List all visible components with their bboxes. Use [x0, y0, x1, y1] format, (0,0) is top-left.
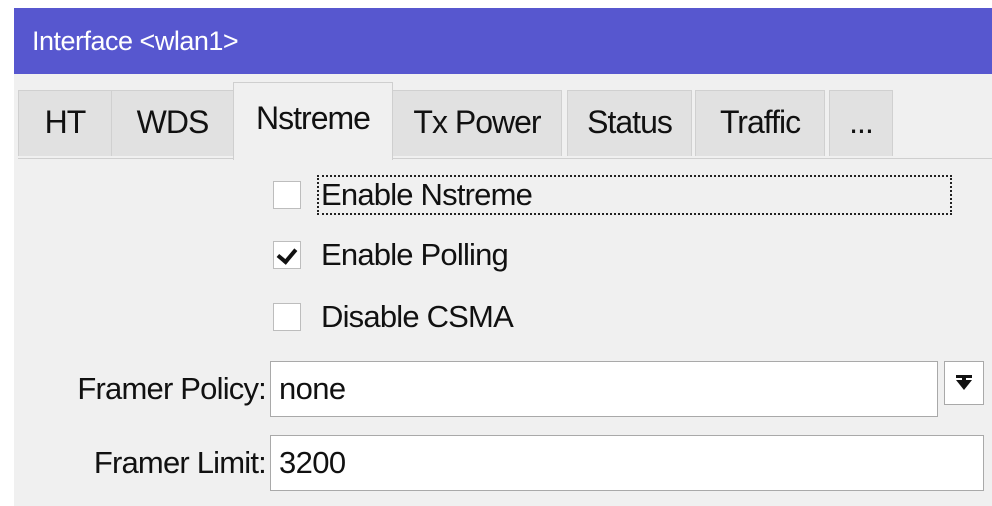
disable-csma-checkbox[interactable]	[273, 303, 301, 331]
tab-wds[interactable]: WDS	[111, 90, 234, 156]
tab-more[interactable]: ...	[829, 90, 893, 156]
nstreme-panel: Enable Nstreme Enable Polling Disable CS…	[18, 158, 992, 506]
framer-policy-label: Framer Policy:	[77, 371, 266, 406]
tab-tx-power[interactable]: Tx Power	[392, 90, 562, 156]
framer-limit-label: Framer Limit:	[93, 445, 267, 480]
tab-strip: HT WDS Nstreme Tx Power Status Traffic .…	[14, 74, 992, 160]
tab-nstreme[interactable]: Nstreme	[233, 82, 393, 160]
tab-status[interactable]: Status	[567, 90, 692, 156]
window-title: Interface <wlan1>	[14, 8, 992, 74]
disable-csma-row[interactable]: Disable CSMA	[273, 297, 515, 337]
enable-polling-checkbox[interactable]	[273, 241, 301, 269]
enable-nstreme-row[interactable]: Enable Nstreme	[273, 175, 953, 215]
dropdown-arrow-icon[interactable]	[944, 361, 984, 405]
tab-traffic[interactable]: Traffic	[695, 90, 825, 156]
framer-policy-select[interactable]: none	[270, 361, 938, 417]
enable-nstreme-checkbox[interactable]	[273, 181, 301, 209]
enable-polling-label[interactable]: Enable Polling	[319, 237, 510, 273]
enable-polling-row[interactable]: Enable Polling	[273, 235, 510, 275]
enable-nstreme-label[interactable]: Enable Nstreme	[316, 175, 953, 215]
framer-limit-input[interactable]: 3200	[270, 435, 984, 491]
tab-ht[interactable]: HT	[18, 90, 112, 156]
interface-window: Interface <wlan1> HT WDS Nstreme Tx Powe…	[14, 8, 992, 506]
disable-csma-label[interactable]: Disable CSMA	[319, 299, 515, 335]
